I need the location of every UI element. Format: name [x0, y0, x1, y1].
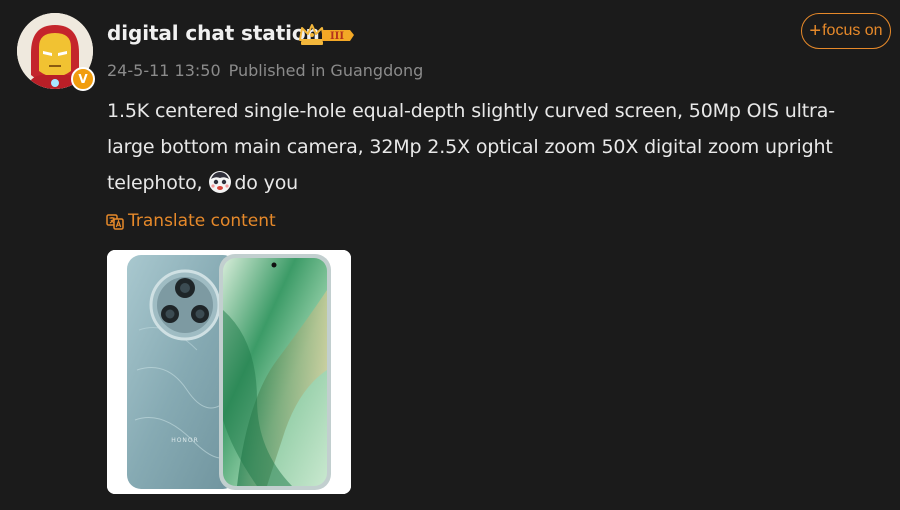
post-text-part2: do you	[234, 172, 299, 194]
follow-button[interactable]: + focus on	[801, 13, 891, 49]
avatar[interactable]: V	[17, 13, 95, 91]
plus-icon: +	[809, 20, 822, 42]
translate-icon	[106, 214, 124, 230]
post-image[interactable]: HONOR	[107, 250, 351, 494]
post-location: Published in Guangdong	[228, 61, 424, 80]
emoji-icon	[208, 170, 232, 194]
phone-product-image: HONOR	[107, 250, 351, 494]
post-timestamp: 24-5-11 13:50	[107, 61, 221, 80]
follow-label: focus on	[822, 22, 883, 39]
translate-label: Translate content	[128, 211, 276, 231]
weibo-post: V digital chat station III 24-5-11 13:50…	[0, 0, 900, 510]
verified-v-icon: V	[71, 67, 95, 91]
translate-link[interactable]: Translate content	[106, 211, 276, 231]
crown-level-icon[interactable]: III	[298, 22, 356, 48]
svg-text:HONOR: HONOR	[171, 437, 199, 444]
post-meta: 24-5-11 13:50 Published in Guangdong	[107, 61, 423, 80]
username[interactable]: digital chat station	[107, 21, 320, 45]
post-text: 1.5K centered single-hole equal-depth sl…	[107, 93, 867, 201]
svg-text:III: III	[330, 31, 344, 42]
